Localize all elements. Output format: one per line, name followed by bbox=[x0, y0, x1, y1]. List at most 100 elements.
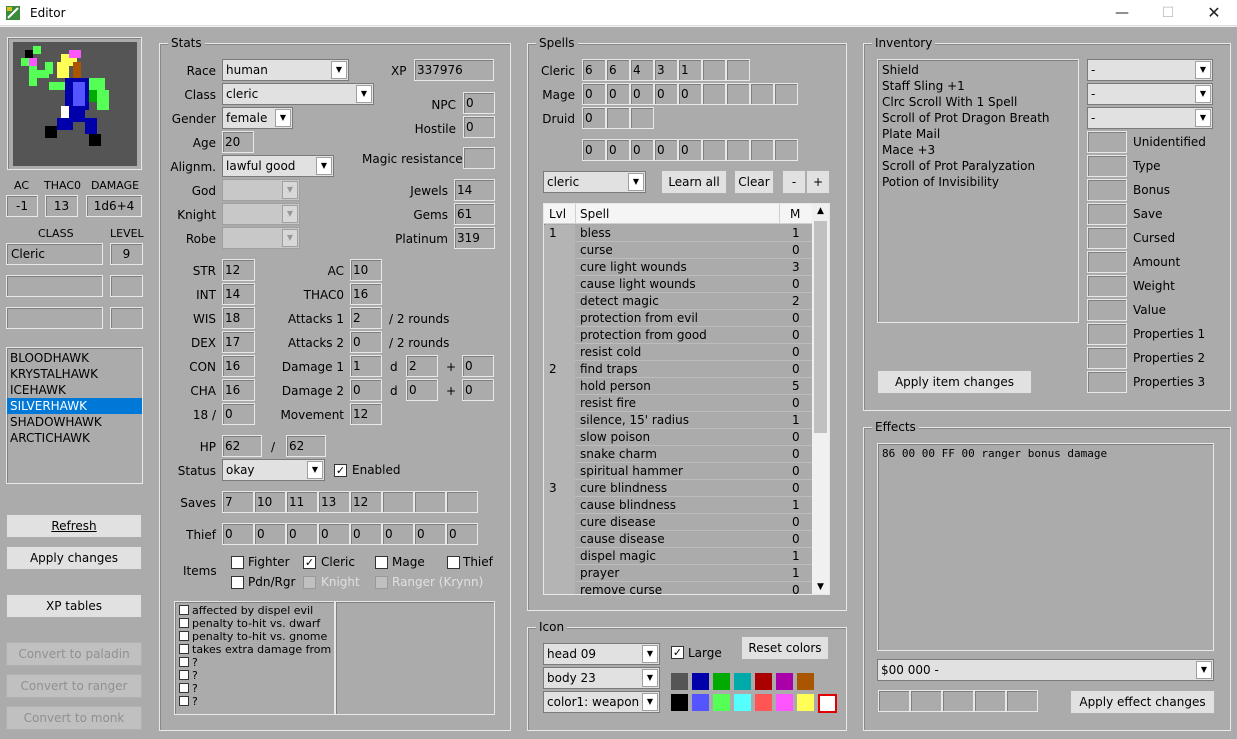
status-effect-item[interactable]: affected by dispel evil bbox=[175, 604, 334, 617]
knight-select[interactable]: ▼ bbox=[222, 203, 300, 225]
druid-slot-field[interactable] bbox=[630, 107, 654, 129]
inventory-item[interactable]: Staff Sling +1 bbox=[878, 78, 1078, 94]
maximize-button[interactable]: ☐ bbox=[1145, 0, 1191, 26]
save-field[interactable] bbox=[414, 491, 446, 513]
effect-byte-2[interactable] bbox=[910, 690, 942, 712]
thief-skill-field[interactable]: 0 bbox=[222, 523, 254, 545]
party-member[interactable]: KRYSTALHAWK bbox=[7, 366, 142, 382]
status-effect-item[interactable]: takes extra damage from ran bbox=[175, 643, 334, 656]
inventory-item[interactable]: Potion of Invisibility bbox=[878, 174, 1078, 190]
reset-colors-button[interactable]: Reset colors bbox=[741, 636, 829, 660]
save-field[interactable]: 7 bbox=[222, 491, 254, 513]
mage-slot-field[interactable]: 0 bbox=[582, 83, 606, 105]
cleric-slot-field[interactable]: 4 bbox=[630, 59, 654, 81]
spell-row[interactable]: protection from good 0 bbox=[544, 327, 812, 344]
dex-field[interactable]: 17 bbox=[222, 331, 255, 353]
scroll-down-icon[interactable]: ▼ bbox=[812, 582, 829, 592]
cleric-slot-field[interactable]: 6 bbox=[582, 59, 606, 81]
damage1-count[interactable]: 1 bbox=[350, 355, 382, 377]
status-effect-item[interactable]: ? bbox=[175, 669, 334, 682]
status-effect-checkbox[interactable] bbox=[179, 631, 189, 641]
effect-select[interactable]: $00 000 - ▼ bbox=[877, 659, 1214, 681]
apply-effect-changes-button[interactable]: Apply effect changes bbox=[1070, 690, 1215, 714]
extra-slot-field[interactable] bbox=[750, 139, 774, 161]
item-property-field[interactable] bbox=[1087, 155, 1127, 177]
spell-row[interactable]: 1 bless 1 bbox=[544, 225, 812, 242]
effect-byte-5[interactable] bbox=[1006, 690, 1038, 712]
save-field[interactable]: 13 bbox=[318, 491, 350, 513]
memorize-minus-button[interactable]: - bbox=[782, 170, 806, 194]
damage2-count[interactable]: 0 bbox=[350, 379, 382, 401]
status-effect-checkbox[interactable] bbox=[179, 618, 189, 628]
color-swatch[interactable] bbox=[818, 694, 837, 713]
clear-spells-button[interactable]: Clear bbox=[734, 170, 774, 194]
hp-max-field[interactable]: 62 bbox=[286, 435, 326, 457]
mage-slot-field[interactable] bbox=[750, 83, 774, 105]
cleric-slot-field[interactable]: 3 bbox=[654, 59, 678, 81]
damage2-die[interactable]: 0 bbox=[406, 379, 438, 401]
platinum-field[interactable]: 319 bbox=[454, 227, 495, 249]
age-field[interactable]: 20 bbox=[222, 131, 254, 153]
party-member[interactable]: ICEHAWK bbox=[7, 382, 142, 398]
close-button[interactable]: ✕ bbox=[1191, 0, 1237, 26]
item-property-field[interactable] bbox=[1087, 371, 1127, 393]
body-select[interactable]: body 23 ▼ bbox=[543, 667, 660, 689]
party-member[interactable]: SHADOWHAWK bbox=[7, 414, 142, 430]
inventory-item[interactable]: Clrc Scroll With 1 Spell bbox=[878, 94, 1078, 110]
color-swatch[interactable] bbox=[671, 694, 688, 711]
color-swatch[interactable] bbox=[713, 694, 730, 711]
color-swatch[interactable] bbox=[692, 673, 709, 690]
convert-ranger-button[interactable]: Convert to ranger bbox=[6, 674, 142, 698]
thief-skill-field[interactable]: 0 bbox=[414, 523, 446, 545]
cha-field[interactable]: 16 bbox=[222, 379, 255, 401]
color-swatch[interactable] bbox=[776, 694, 793, 711]
race-select[interactable]: human ▼ bbox=[222, 59, 349, 81]
minimize-button[interactable]: — bbox=[1099, 0, 1145, 26]
memorize-plus-button[interactable]: + bbox=[806, 170, 830, 194]
col-spell[interactable]: Spell bbox=[580, 206, 609, 222]
cleric-slot-field[interactable]: 6 bbox=[606, 59, 630, 81]
scroll-thumb[interactable] bbox=[814, 221, 827, 433]
color-swatch[interactable] bbox=[713, 673, 730, 690]
effect-byte-3[interactable] bbox=[942, 690, 974, 712]
scroll-up-icon[interactable]: ▲ bbox=[812, 206, 829, 216]
effects-list[interactable]: 86 00 00 FF 00 ranger bonus damage bbox=[877, 443, 1214, 651]
damage1-bonus[interactable]: 0 bbox=[462, 355, 494, 377]
color-swatch[interactable] bbox=[776, 673, 793, 690]
thief-checkbox[interactable] bbox=[447, 556, 460, 569]
wis-field[interactable]: 18 bbox=[222, 307, 255, 329]
spell-row[interactable]: remove curse 0 bbox=[544, 582, 812, 594]
movement-field[interactable]: 12 bbox=[350, 403, 382, 425]
xp-tables-button[interactable]: XP tables bbox=[6, 594, 142, 618]
status-effects-list[interactable]: affected by dispel evil penalty to-hit vs… bbox=[174, 601, 335, 715]
inventory-item[interactable]: Scroll of Prot Paralyzation bbox=[878, 158, 1078, 174]
extra-slot-field[interactable]: 0 bbox=[630, 139, 654, 161]
attacks1-field[interactable]: 2 bbox=[350, 307, 382, 329]
gender-select[interactable]: female ▼ bbox=[222, 107, 293, 129]
save-field[interactable] bbox=[382, 491, 414, 513]
spell-class-select[interactable]: cleric ▼ bbox=[543, 171, 646, 193]
convert-monk-button[interactable]: Convert to monk bbox=[6, 706, 142, 730]
effect-entry[interactable]: 86 00 00 FF 00 ranger bonus damage bbox=[882, 446, 1213, 462]
mage-slot-field[interactable] bbox=[702, 83, 726, 105]
party-list[interactable]: BLOODHAWK KRYSTALHAWK ICEHAWK SILVERHAWK SHA… bbox=[6, 347, 143, 484]
apply-item-changes-button[interactable]: Apply item changes bbox=[877, 370, 1032, 394]
party-member[interactable]: ARCTICHAWK bbox=[7, 430, 142, 446]
spell-row[interactable]: slow poison 0 bbox=[544, 429, 812, 446]
extra-slot-field[interactable]: 0 bbox=[678, 139, 702, 161]
status-effect-checkbox[interactable] bbox=[179, 605, 189, 615]
mage-slot-field[interactable]: 0 bbox=[654, 83, 678, 105]
color-swatch[interactable] bbox=[797, 673, 814, 690]
color-swatch[interactable] bbox=[797, 694, 814, 711]
ranger-krynn-checkbox[interactable] bbox=[375, 576, 388, 589]
item-property-field[interactable] bbox=[1087, 251, 1127, 273]
save-field[interactable] bbox=[446, 491, 478, 513]
pdn-rgr-checkbox[interactable] bbox=[231, 576, 244, 589]
cleric-slot-field[interactable]: 1 bbox=[678, 59, 702, 81]
cleric-checkbox[interactable]: ✓ bbox=[303, 556, 316, 569]
extra-slot-field[interactable] bbox=[726, 139, 750, 161]
item-property-field[interactable] bbox=[1087, 347, 1127, 369]
thief-skill-field[interactable]: 0 bbox=[382, 523, 414, 545]
status-effect-item[interactable]: ? bbox=[175, 695, 334, 708]
effect-byte-4[interactable] bbox=[974, 690, 1006, 712]
